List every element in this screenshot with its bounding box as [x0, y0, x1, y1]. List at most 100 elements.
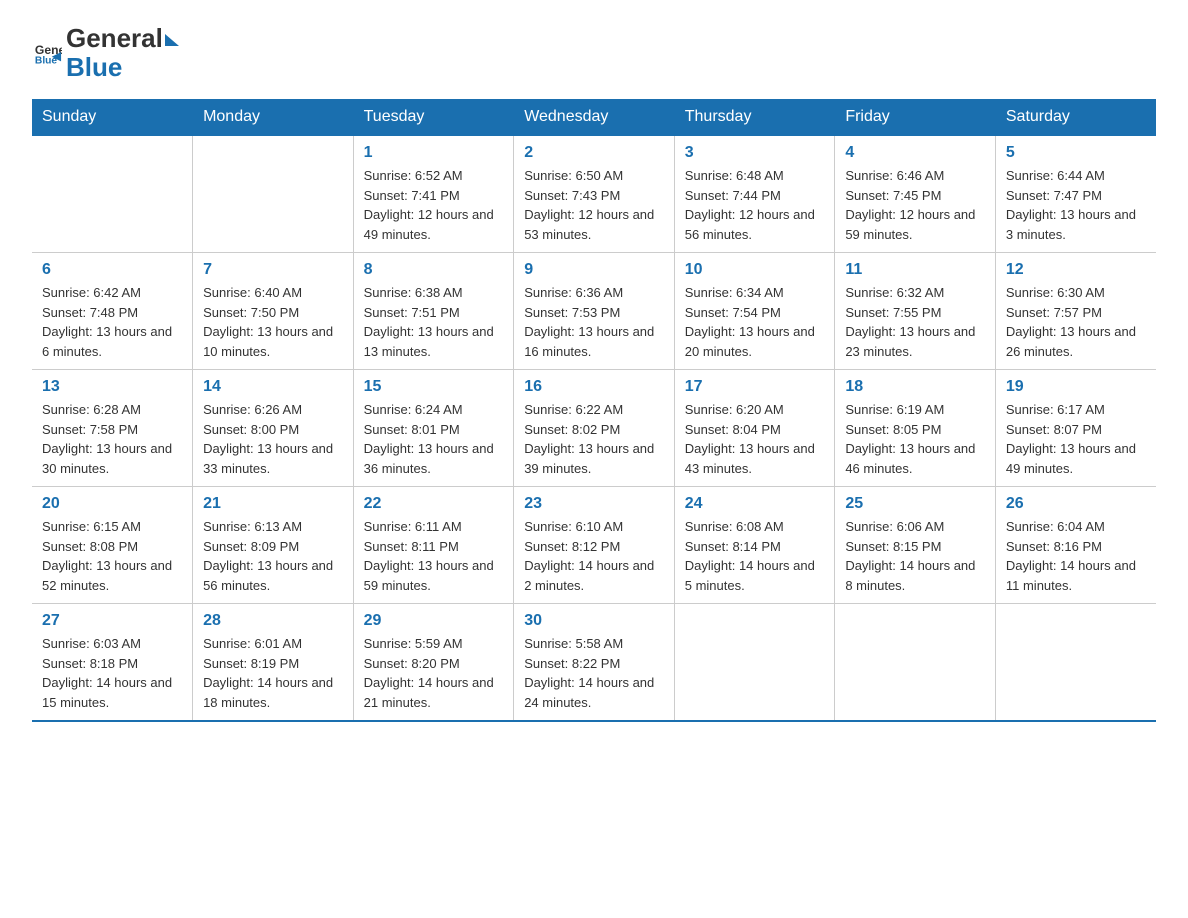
calendar-cell: 9Sunrise: 6:36 AMSunset: 7:53 PMDaylight…	[514, 253, 675, 370]
day-info: Sunrise: 6:08 AMSunset: 8:14 PMDaylight:…	[685, 517, 825, 595]
calendar-week-5: 27 Sunrise: 6:03 AMSunset: 8:18 PMDayligh…	[32, 604, 1156, 722]
calendar-week-4: 20 Sunrise: 6:15 AMSunset: 8:08 PMDayligh…	[32, 487, 1156, 604]
weekday-header-sunday: Sunday	[32, 100, 193, 136]
calendar-header: SundayMondayTuesdayWednesdayThursdayFrid…	[32, 100, 1156, 136]
day-number: 4	[845, 144, 985, 162]
calendar-cell: 20 Sunrise: 6:15 AMSunset: 8:08 PMDayligh…	[32, 487, 193, 604]
day-info: Sunrise: 6:48 AMSunset: 7:44 PMDaylight:…	[685, 166, 825, 244]
day-number: 14	[203, 378, 343, 396]
day-info: Sunrise: 6:13 AMSunset: 8:09 PMDaylight:…	[203, 517, 343, 595]
day-number: 26	[1006, 495, 1146, 513]
day-info: Sunrise: 6:42 AMSunset: 7:48 PMDaylight:…	[42, 283, 182, 361]
calendar-cell: 28 Sunrise: 6:01 AMSunset: 8:19 PMDayligh…	[193, 604, 354, 722]
calendar-cell: 19 Sunrise: 6:17 AMSunset: 8:07 PMDayligh…	[995, 370, 1156, 487]
calendar-cell: 11 Sunrise: 6:32 AMSunset: 7:55 PMDayligh…	[835, 253, 996, 370]
day-info: Sunrise: 6:17 AMSunset: 8:07 PMDaylight:…	[1006, 400, 1146, 478]
calendar-week-1: 1Sunrise: 6:52 AMSunset: 7:41 PMDaylight…	[32, 135, 1156, 253]
day-number: 17	[685, 378, 825, 396]
day-number: 8	[364, 261, 504, 279]
day-number: 12	[1006, 261, 1146, 279]
calendar-cell: 10Sunrise: 6:34 AMSunset: 7:54 PMDayligh…	[674, 253, 835, 370]
day-number: 27	[42, 612, 182, 630]
day-number: 19	[1006, 378, 1146, 396]
weekday-header-wednesday: Wednesday	[514, 100, 675, 136]
day-number: 2	[524, 144, 664, 162]
calendar-cell: 30 Sunrise: 5:58 AMSunset: 8:22 PMDayligh…	[514, 604, 675, 722]
weekday-header-row: SundayMondayTuesdayWednesdayThursdayFrid…	[32, 100, 1156, 136]
day-info: Sunrise: 6:06 AMSunset: 8:15 PMDaylight:…	[845, 517, 985, 595]
calendar-cell: 6 Sunrise: 6:42 AMSunset: 7:48 PMDaylight…	[32, 253, 193, 370]
weekday-header-friday: Friday	[835, 100, 996, 136]
day-info: Sunrise: 6:22 AMSunset: 8:02 PMDaylight:…	[524, 400, 664, 478]
calendar-cell: 22Sunrise: 6:11 AMSunset: 8:11 PMDayligh…	[353, 487, 514, 604]
day-info: Sunrise: 6:20 AMSunset: 8:04 PMDaylight:…	[685, 400, 825, 478]
day-number: 22	[364, 495, 504, 513]
day-info: Sunrise: 6:46 AMSunset: 7:45 PMDaylight:…	[845, 166, 985, 244]
calendar-cell: 14 Sunrise: 6:26 AMSunset: 8:00 PMDayligh…	[193, 370, 354, 487]
day-number: 13	[42, 378, 182, 396]
logo-blue: Blue	[66, 53, 178, 82]
calendar-cell: 8 Sunrise: 6:38 AMSunset: 7:51 PMDaylight…	[353, 253, 514, 370]
calendar-cell: 23 Sunrise: 6:10 AMSunset: 8:12 PMDayligh…	[514, 487, 675, 604]
calendar-cell: 24 Sunrise: 6:08 AMSunset: 8:14 PMDayligh…	[674, 487, 835, 604]
weekday-header-thursday: Thursday	[674, 100, 835, 136]
day-number: 1	[364, 144, 504, 162]
day-number: 7	[203, 261, 343, 279]
calendar-cell	[995, 604, 1156, 722]
day-number: 28	[203, 612, 343, 630]
day-info: Sunrise: 6:26 AMSunset: 8:00 PMDaylight:…	[203, 400, 343, 478]
day-number: 20	[42, 495, 182, 513]
day-info: Sunrise: 6:01 AMSunset: 8:19 PMDaylight:…	[203, 634, 343, 712]
day-number: 30	[524, 612, 664, 630]
day-number: 18	[845, 378, 985, 396]
day-number: 9	[524, 261, 664, 279]
day-info: Sunrise: 6:38 AMSunset: 7:51 PMDaylight:…	[364, 283, 504, 361]
logo-icon: General Blue	[34, 39, 62, 67]
calendar-cell: 4 Sunrise: 6:46 AMSunset: 7:45 PMDaylight…	[835, 135, 996, 253]
calendar-cell: 26Sunrise: 6:04 AMSunset: 8:16 PMDayligh…	[995, 487, 1156, 604]
logo: General Blue General Blue	[32, 24, 178, 81]
day-number: 5	[1006, 144, 1146, 162]
calendar-body: 1Sunrise: 6:52 AMSunset: 7:41 PMDaylight…	[32, 135, 1156, 721]
day-info: Sunrise: 6:03 AMSunset: 8:18 PMDaylight:…	[42, 634, 182, 712]
day-info: Sunrise: 6:28 AMSunset: 7:58 PMDaylight:…	[42, 400, 182, 478]
calendar-cell: 25Sunrise: 6:06 AMSunset: 8:15 PMDayligh…	[835, 487, 996, 604]
day-number: 23	[524, 495, 664, 513]
weekday-header-monday: Monday	[193, 100, 354, 136]
day-number: 15	[364, 378, 504, 396]
day-info: Sunrise: 6:15 AMSunset: 8:08 PMDaylight:…	[42, 517, 182, 595]
calendar-cell: 3Sunrise: 6:48 AMSunset: 7:44 PMDaylight…	[674, 135, 835, 253]
day-info: Sunrise: 6:32 AMSunset: 7:55 PMDaylight:…	[845, 283, 985, 361]
weekday-header-saturday: Saturday	[995, 100, 1156, 136]
calendar-cell	[835, 604, 996, 722]
day-info: Sunrise: 6:10 AMSunset: 8:12 PMDaylight:…	[524, 517, 664, 595]
calendar-cell: 29 Sunrise: 5:59 AMSunset: 8:20 PMDayligh…	[353, 604, 514, 722]
day-info: Sunrise: 6:30 AMSunset: 7:57 PMDaylight:…	[1006, 283, 1146, 361]
calendar-cell: 13 Sunrise: 6:28 AMSunset: 7:58 PMDayligh…	[32, 370, 193, 487]
day-number: 10	[685, 261, 825, 279]
calendar-cell: 15 Sunrise: 6:24 AMSunset: 8:01 PMDayligh…	[353, 370, 514, 487]
day-info: Sunrise: 6:44 AMSunset: 7:47 PMDaylight:…	[1006, 166, 1146, 244]
calendar-cell: 16 Sunrise: 6:22 AMSunset: 8:02 PMDayligh…	[514, 370, 675, 487]
day-info: Sunrise: 6:40 AMSunset: 7:50 PMDaylight:…	[203, 283, 343, 361]
day-number: 29	[364, 612, 504, 630]
calendar-week-3: 13 Sunrise: 6:28 AMSunset: 7:58 PMDayligh…	[32, 370, 1156, 487]
page-header: General Blue General Blue	[32, 24, 1156, 81]
day-info: Sunrise: 6:24 AMSunset: 8:01 PMDaylight:…	[364, 400, 504, 478]
day-number: 11	[845, 261, 985, 279]
calendar-cell: 1Sunrise: 6:52 AMSunset: 7:41 PMDaylight…	[353, 135, 514, 253]
day-info: Sunrise: 5:58 AMSunset: 8:22 PMDaylight:…	[524, 634, 664, 712]
day-number: 21	[203, 495, 343, 513]
day-number: 24	[685, 495, 825, 513]
calendar-cell: 5 Sunrise: 6:44 AMSunset: 7:47 PMDaylight…	[995, 135, 1156, 253]
calendar-cell: 21 Sunrise: 6:13 AMSunset: 8:09 PMDayligh…	[193, 487, 354, 604]
weekday-header-tuesday: Tuesday	[353, 100, 514, 136]
svg-text:Blue: Blue	[35, 55, 58, 66]
calendar-cell: 12 Sunrise: 6:30 AMSunset: 7:57 PMDayligh…	[995, 253, 1156, 370]
calendar-cell: 27 Sunrise: 6:03 AMSunset: 8:18 PMDayligh…	[32, 604, 193, 722]
day-number: 16	[524, 378, 664, 396]
day-number: 6	[42, 261, 182, 279]
day-info: Sunrise: 5:59 AMSunset: 8:20 PMDaylight:…	[364, 634, 504, 712]
calendar-table: SundayMondayTuesdayWednesdayThursdayFrid…	[32, 99, 1156, 722]
calendar-cell	[193, 135, 354, 253]
